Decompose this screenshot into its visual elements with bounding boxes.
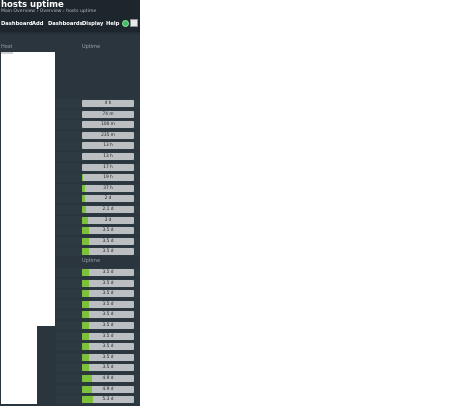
uptime-value: 3.5 d (102, 365, 114, 371)
uptime-value: 37 h (103, 185, 113, 191)
uptime-value: 3.5 d (102, 333, 114, 339)
notes-icon[interactable] (130, 19, 138, 27)
uptime-value: 2.1 d (102, 207, 114, 212)
uptime-value: 3.5 d (102, 344, 114, 350)
breadcrumb[interactable]: Main Overview › Overview › hosts uptime (1, 9, 96, 15)
uptime-gauge[interactable]: 2.1 d (82, 206, 134, 213)
uptime-value: 3.5 d (102, 238, 114, 244)
uptime-gauge[interactable]: 3.5 d (82, 364, 134, 372)
uptime-gauge[interactable]: 4 h (82, 100, 134, 107)
uptime-value: 3.5 d (102, 323, 114, 328)
uptime-value: 2 d (104, 196, 112, 202)
host-list (1, 52, 55, 404)
uptime-gauge[interactable]: 5.3 d (82, 396, 134, 404)
uptime-gauge[interactable]: 74 m (82, 110, 134, 118)
uptime-gauge[interactable]: 3.5 d (82, 300, 134, 308)
uptime-value: 3.5 d (102, 312, 114, 318)
uptime-gauge[interactable]: 4.9 d (82, 375, 134, 382)
nagvis-window: hosts uptime Main Overview › Overview › … (0, 0, 140, 406)
menu-dashboard[interactable]: Dashboard (1, 20, 33, 28)
uptime-gauge[interactable]: 17 h (82, 163, 134, 171)
uptime-gauge[interactable]: 13 h (82, 153, 134, 160)
uptime-gauge[interactable]: 19 h (82, 174, 134, 182)
uptime-value: 3.5 d (102, 280, 114, 286)
uptime-value: 13 h (103, 143, 113, 149)
uptime-gauge[interactable]: 3.5 d (82, 279, 134, 287)
uptime-value: 5.3 d (102, 397, 114, 403)
menu-help[interactable]: Help (106, 20, 119, 28)
uptime-column-header: Uptime (82, 44, 101, 50)
uptime-gauge[interactable]: 3.5 d (82, 269, 134, 276)
uptime-group2-header: Uptime (82, 258, 101, 264)
uptime-gauge[interactable]: 3.5 d (82, 311, 134, 319)
uptime-value: 235 m (101, 132, 115, 138)
host-column-header: Host (1, 44, 13, 50)
uptime-value: 19 h (103, 175, 113, 181)
menu-add[interactable]: Add (32, 20, 43, 28)
uptime-value: 3.5 d (102, 291, 114, 297)
uptime-gauge[interactable]: 2 d (82, 195, 134, 203)
uptime-value: 3.5 d (102, 270, 114, 275)
status-dot-icon[interactable] (122, 20, 129, 27)
top-bar: hosts uptime Main Overview › Overview › … (0, 0, 140, 32)
menu-bar: Dashboard Add Dashboards Display Help (0, 18, 140, 30)
uptime-value: 4.9 d (102, 376, 114, 381)
uptime-value: 4.9 d (102, 386, 114, 392)
uptime-value: 3.5 d (102, 228, 114, 234)
uptime-gauge[interactable]: 3.5 d (82, 227, 134, 235)
uptime-value: 100 m (101, 122, 115, 128)
uptime-gauge[interactable]: 3.5 d (82, 290, 134, 298)
uptime-gauge[interactable]: 3.5 d (82, 248, 134, 256)
uptime-gauge[interactable]: 13 h (82, 142, 134, 150)
uptime-value: 3.5 d (102, 249, 114, 255)
uptime-gauge[interactable]: 37 h (82, 184, 134, 192)
uptime-value: 74 m (102, 111, 114, 117)
uptime-value: 3.5 d (102, 354, 114, 360)
uptime-gauge[interactable]: 100 m (82, 121, 134, 129)
host-names-card (1, 52, 55, 326)
uptime-gauge[interactable]: 3 d (82, 216, 134, 224)
uptime-gauge[interactable]: 3.5 d (82, 353, 134, 361)
uptime-gauge[interactable]: 235 m (82, 131, 134, 139)
uptime-value: 4 h (104, 101, 112, 106)
uptime-value: 3.5 d (102, 301, 114, 307)
uptime-value: 3 d (104, 217, 112, 223)
uptime-value: 13 h (103, 154, 113, 159)
uptime-value: 17 h (103, 164, 113, 170)
menu-display[interactable]: Display (82, 20, 103, 28)
uptime-gauge[interactable]: 3.5 d (82, 343, 134, 351)
uptime-gauge[interactable]: 4.9 d (82, 385, 134, 393)
host-names-card-lower (1, 326, 37, 404)
uptime-gauge[interactable]: 3.5 d (82, 322, 134, 329)
menu-dashboards[interactable]: Dashboards (48, 20, 83, 28)
uptime-gauge[interactable]: 3.5 d (82, 237, 134, 245)
uptime-gauge[interactable]: 3.5 d (82, 332, 134, 340)
host-marker (1, 52, 13, 54)
